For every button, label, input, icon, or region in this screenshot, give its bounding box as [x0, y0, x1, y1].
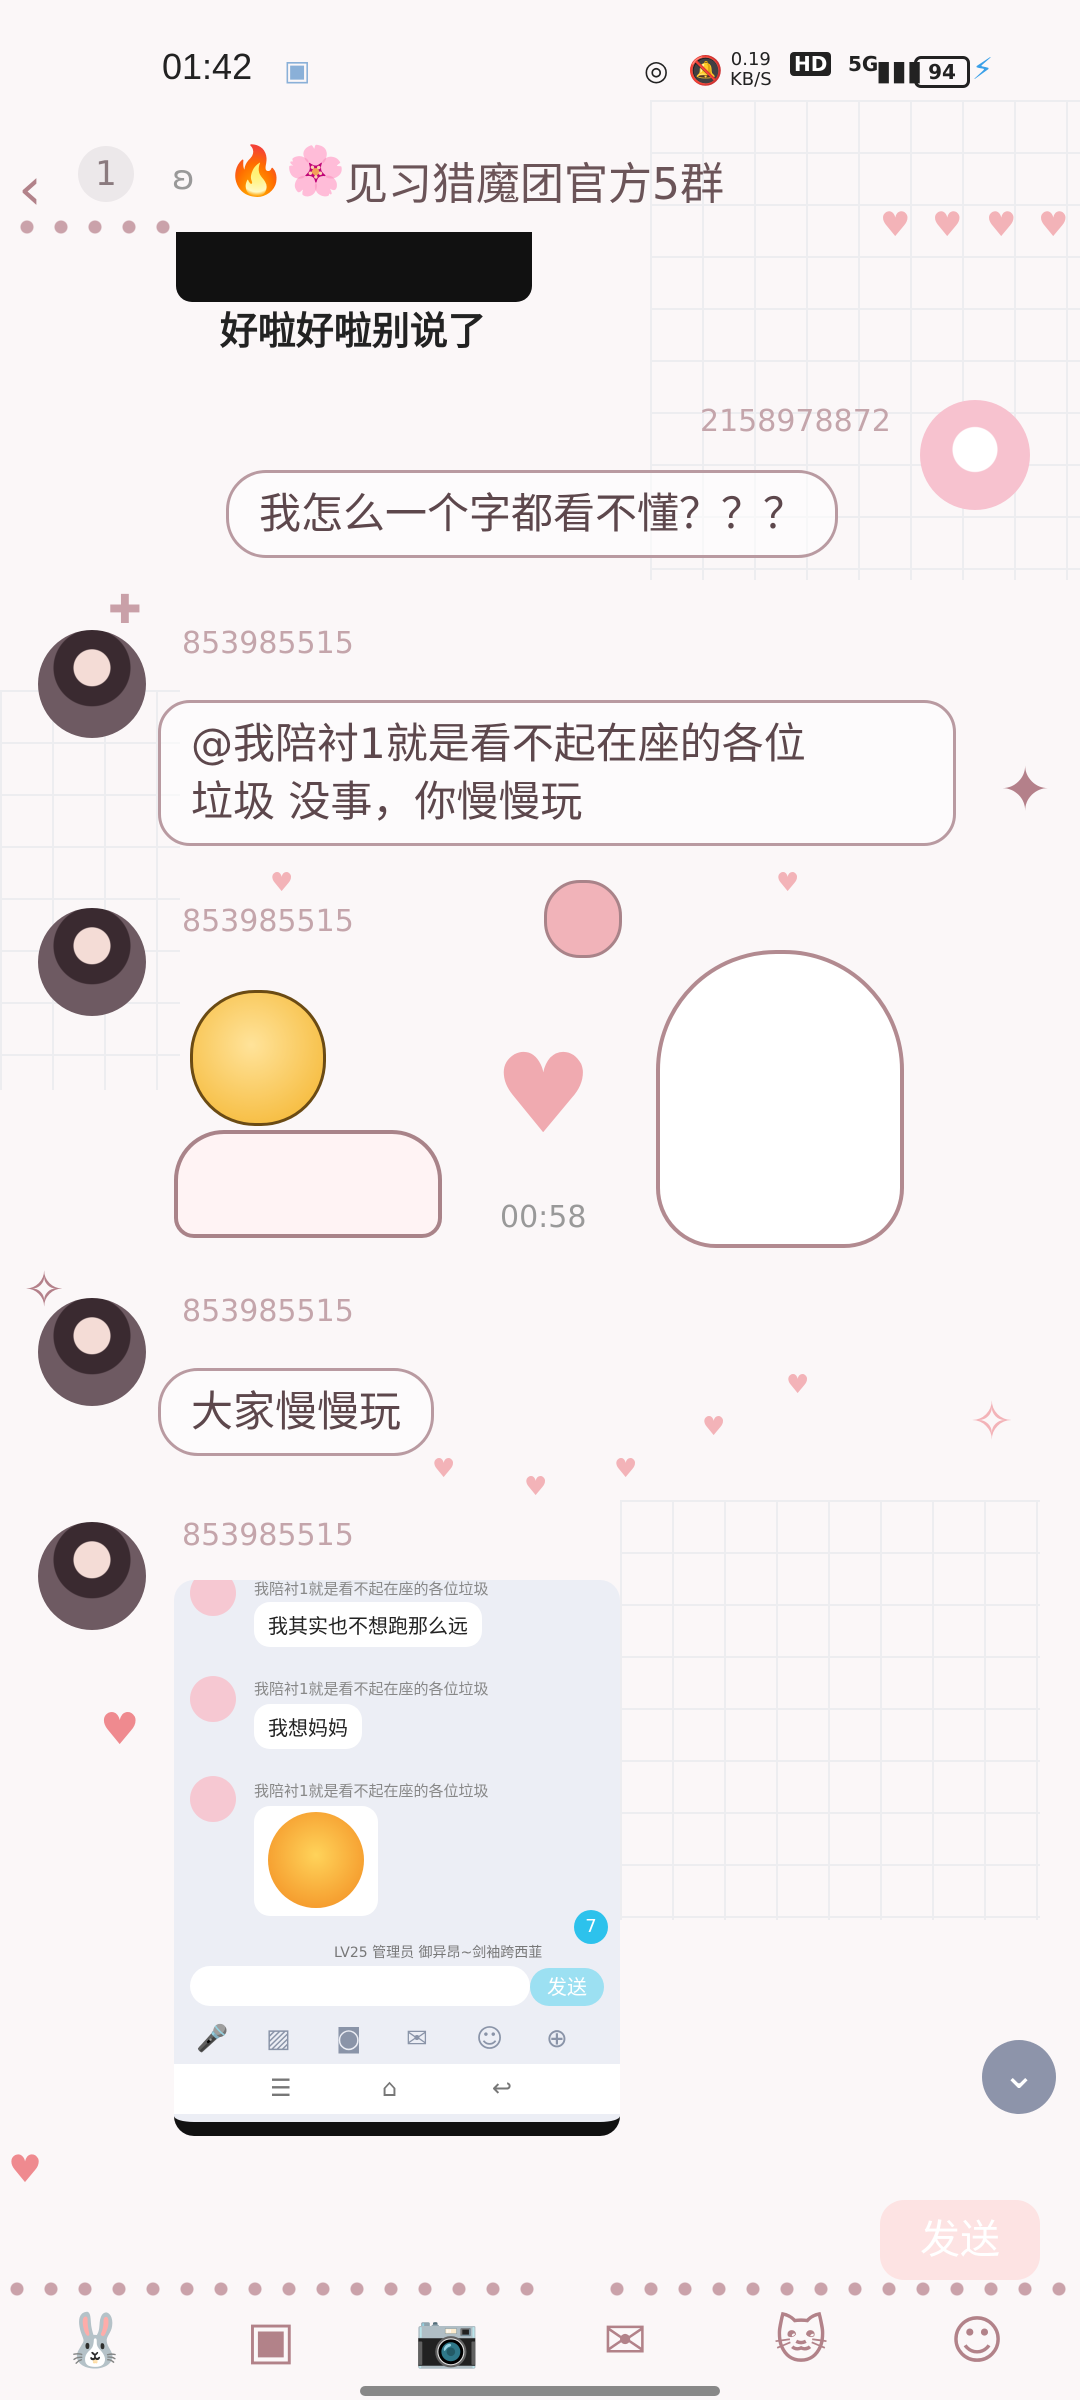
heart-decoration: ♥: [614, 1454, 638, 1484]
mini-avatar: [190, 1580, 236, 1616]
heart-decoration: ♥: [702, 1412, 726, 1442]
cat-right-icon: [656, 950, 904, 1248]
heart-decoration: ♥: [100, 1704, 140, 1755]
charging-icon: ⚡: [972, 52, 994, 87]
heart-decoration: ♥: [786, 1370, 810, 1400]
emoji-icon: ☺: [476, 2024, 504, 2054]
fire-flower-emoji-icon: 🔥🌸: [226, 143, 346, 199]
yarn-ball-icon: [544, 880, 622, 958]
chat-header: ‹ 1 ʚ 🔥🌸 见习猎魔团官方5群: [0, 130, 1080, 240]
screenshot-image[interactable]: 我陪衬1就是看不起在座的各位垃圾 我其实也不想跑那么远 我陪衬1就是看不起在座的…: [174, 1580, 620, 2136]
mute-icon: 🔕: [688, 54, 723, 87]
sender-id[interactable]: 2158978872: [700, 404, 891, 439]
plus-icon: ⊕: [546, 2024, 568, 2054]
sender-id[interactable]: 853985515: [182, 1518, 354, 1553]
more-icon[interactable]: ☺: [942, 2306, 1012, 2376]
meme-caption: 好啦好啦别说了: [220, 309, 487, 353]
avatar[interactable]: [38, 1298, 146, 1406]
red-packet-icon[interactable]: ✉: [590, 2306, 660, 2376]
back-icon: ↩: [492, 2074, 513, 2102]
hotspot-icon: ◎: [644, 54, 669, 87]
admin-line: LV25 管理员 御异昂~剑袖跨西韮: [334, 1945, 543, 1961]
chat-bubble: 我想妈妈: [254, 1704, 362, 1749]
message-text: 大家慢慢玩: [191, 1387, 402, 1436]
sender-id[interactable]: 853985515: [182, 904, 354, 939]
redpacket-icon: ✉: [406, 2024, 428, 2054]
heart-decoration: ♥: [524, 1472, 548, 1502]
chat-bubble: 我其实也不想跑那么远: [254, 1602, 482, 1647]
mic-icon: 🎤: [196, 2024, 229, 2054]
sender-line: 我陪衬1就是看不起在座的各位垃圾: [254, 1782, 489, 1800]
send-button[interactable]: 发送: [880, 2200, 1040, 2280]
back-arrow-icon[interactable]: ‹: [18, 154, 42, 224]
input-toolbar: 🐰 ▣ 📷 ✉ 🐱 ☺: [0, 2300, 1080, 2380]
heart-icon: ♥: [494, 1030, 593, 1158]
net-speed-unit: KB/S: [730, 69, 772, 90]
status-time: 01:42: [162, 46, 253, 87]
emoji-icon[interactable]: 🐱: [766, 2306, 836, 2376]
image-icon[interactable]: ▣: [236, 2306, 306, 2376]
mini-avatar: [190, 1676, 236, 1722]
crying-emoji-icon: [254, 1806, 378, 1916]
status-bar: 01:42 ▣ ◎ 🔕 0.19 KB/S HD 5G ▮▮▮ 94 ⚡: [0, 0, 1080, 120]
sparkle-decoration: ✦: [1000, 755, 1051, 825]
sticker-timer: 00:58: [500, 1200, 587, 1235]
meme-image[interactable]: [176, 232, 532, 302]
heart-decoration: ♥: [270, 868, 294, 898]
mini-input: [190, 1966, 530, 2006]
notification-app-icon: ▣: [284, 54, 311, 87]
message-bubble[interactable]: 大家慢慢玩: [158, 1368, 435, 1456]
unread-badge: 7: [574, 1910, 608, 1944]
sparkle-decoration: ✧: [970, 1392, 1014, 1452]
mini-navbar: ☰ ⌂ ↩: [174, 2064, 620, 2114]
avatar[interactable]: [38, 630, 146, 738]
avatar[interactable]: [38, 1522, 146, 1630]
mini-send-button: 发送: [530, 1968, 604, 2006]
image-icon: ▨: [266, 2024, 291, 2054]
earpiece-mode-icon[interactable]: ʚ: [172, 158, 195, 198]
background-grid-bottom: [620, 1500, 1040, 1920]
camera-icon: ◙: [336, 2024, 362, 2054]
camera-icon[interactable]: 📷: [412, 2306, 482, 2376]
net-speed: 0.19 KB/S: [730, 50, 772, 90]
voice-icon[interactable]: 🐰: [60, 2306, 130, 2376]
sender-id[interactable]: 853985515: [182, 1294, 354, 1329]
cat-left-icon: [174, 1130, 442, 1238]
self-avatar[interactable]: [920, 400, 1030, 510]
emoji-face-icon: [190, 990, 326, 1126]
group-title[interactable]: 见习猎魔团官方5群: [344, 148, 724, 212]
message-text: 我怎么一个字都看不懂？？？: [259, 489, 806, 538]
home-icon: ⌂: [382, 2074, 398, 2102]
home-indicator[interactable]: [360, 2386, 720, 2396]
mini-toolbar: 🎤 ▨ ◙ ✉ ☺ ⊕: [174, 2020, 620, 2060]
message-text-line: 垃圾 没事，你慢慢玩: [191, 777, 583, 826]
sender-line: 我陪衬1就是看不起在座的各位垃圾: [254, 1580, 489, 1598]
net-speed-value: 0.19: [730, 49, 771, 70]
mini-avatar: [190, 1776, 236, 1822]
battery-indicator: 94: [914, 56, 970, 88]
message-text-line: @我陪衬1就是看不起在座的各位: [191, 719, 806, 768]
sparkle-decoration: ✚: [108, 587, 142, 633]
heart-decoration: ♥: [432, 1454, 456, 1484]
background-grid-left: [0, 690, 180, 1090]
avatar[interactable]: [38, 908, 146, 1016]
heart-decoration: ♥: [776, 868, 800, 898]
sparkle-decoration: ✧: [24, 1262, 65, 1318]
sender-line: 我陪衬1就是看不起在座的各位垃圾: [254, 1680, 489, 1698]
sender-id[interactable]: 853985515: [182, 626, 354, 661]
unread-count-badge[interactable]: 1: [78, 146, 134, 202]
scroll-down-button[interactable]: ⌄: [982, 2040, 1056, 2114]
hd-badge: HD: [790, 52, 832, 76]
network-type: 5G: [848, 52, 879, 76]
message-bubble[interactable]: @我陪衬1就是看不起在座的各位 垃圾 没事，你慢慢玩: [158, 700, 956, 846]
message-bubble[interactable]: 我怎么一个字都看不懂？？？: [226, 470, 839, 558]
menu-icon: ☰: [270, 2074, 292, 2102]
